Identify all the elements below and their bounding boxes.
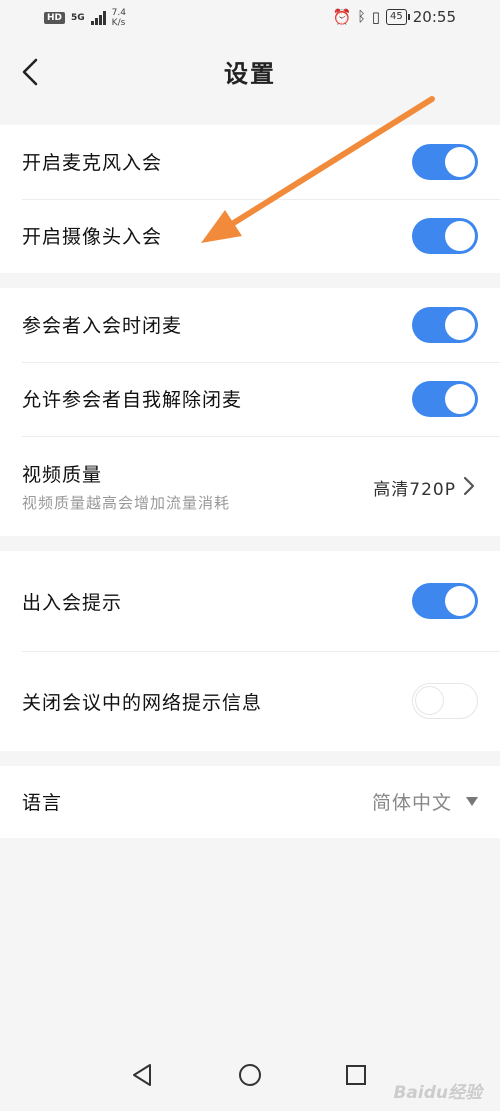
settings-group-tips: 出入会提示 关闭会议中的网络提示信息 — [0, 551, 500, 751]
vibrate-icon: ▯ — [371, 8, 381, 26]
hd-badge: HD — [44, 12, 66, 24]
battery-icon: 45 — [386, 9, 410, 25]
join-leave-tip-toggle[interactable] — [412, 583, 478, 619]
setting-label: 出入会提示 — [22, 592, 123, 614]
setting-label: 视频质量 — [22, 464, 103, 486]
watermark: Baidu经验 — [393, 1083, 482, 1103]
toggle-knob — [445, 221, 475, 251]
setting-row-network-tip: 关闭会议中的网络提示信息 — [0, 651, 500, 751]
allow-unmute-toggle[interactable] — [412, 381, 478, 417]
network-tip-toggle[interactable] — [412, 683, 478, 719]
setting-row-mic: 开启麦克风入会 — [0, 125, 500, 199]
bluetooth-icon: ᛒ — [357, 9, 366, 25]
nav-bar: 设置 — [0, 34, 500, 112]
setting-row-mute-on-join: 参会者入会时闭麦 — [0, 288, 500, 362]
dropdown-triangle-icon — [466, 797, 478, 806]
speed-value: 7.4 — [111, 8, 126, 18]
setting-subtitle: 视频质量越高会增加流量消耗 — [22, 494, 231, 512]
signal-icon — [90, 11, 106, 25]
setting-label: 关闭会议中的网络提示信息 — [22, 692, 263, 714]
system-nav-bar: Baidu经验 — [0, 1040, 500, 1111]
language-value: 简体中文 — [371, 792, 452, 814]
page-title: 设置 — [224, 60, 276, 88]
toggle-knob — [445, 310, 475, 340]
setting-row-join-leave-tip: 出入会提示 — [0, 551, 500, 651]
setting-label: 允许参会者自我解除闭麦 — [22, 389, 243, 411]
toggle-knob — [445, 147, 475, 177]
setting-label: 开启麦克风入会 — [22, 152, 163, 174]
video-quality-value: 高清720P — [373, 480, 456, 500]
toggle-knob — [445, 586, 475, 616]
status-right: ⏰ ᛒ ▯ 45 20:55 — [333, 8, 456, 26]
chevron-right-icon — [463, 476, 475, 496]
alarm-icon: ⏰ — [332, 8, 352, 26]
camera-join-toggle[interactable] — [412, 218, 478, 254]
mic-join-toggle[interactable] — [412, 144, 478, 180]
status-bar: HD 5G 7.4 K/s ⏰ ᛒ ▯ 45 20:55 — [0, 0, 500, 34]
setting-row-video-quality[interactable]: 视频质量 视频质量越高会增加流量消耗 高清720P — [0, 436, 500, 536]
setting-label: 参会者入会时闭麦 — [22, 315, 183, 337]
settings-group-language: 语言 简体中文 — [0, 766, 500, 838]
network-speed: 7.4 K/s — [112, 8, 126, 28]
clock: 20:55 — [412, 8, 456, 26]
settings-group-participants: 参会者入会时闭麦 允许参会者自我解除闭麦 视频质量 视频质量越高会增加流量消耗 … — [0, 288, 500, 536]
toggle-knob — [415, 686, 444, 715]
toggle-knob — [445, 384, 475, 414]
setting-label: 语言 — [22, 792, 63, 814]
settings-group-join: 开启麦克风入会 开启摄像头入会 — [0, 125, 500, 273]
network-type: 5G — [71, 12, 85, 23]
setting-row-language[interactable]: 语言 简体中文 — [0, 766, 500, 838]
nav-back-icon[interactable] — [130, 1062, 156, 1088]
nav-recents-icon[interactable] — [343, 1062, 369, 1088]
setting-label: 开启摄像头入会 — [22, 226, 163, 248]
nav-home-icon[interactable] — [237, 1062, 263, 1088]
speed-unit: K/s — [111, 18, 126, 28]
setting-row-camera: 开启摄像头入会 — [0, 199, 500, 273]
mute-on-join-toggle[interactable] — [412, 307, 478, 343]
setting-row-allow-unmute: 允许参会者自我解除闭麦 — [0, 362, 500, 436]
status-left: HD 5G 7.4 K/s — [44, 8, 126, 28]
